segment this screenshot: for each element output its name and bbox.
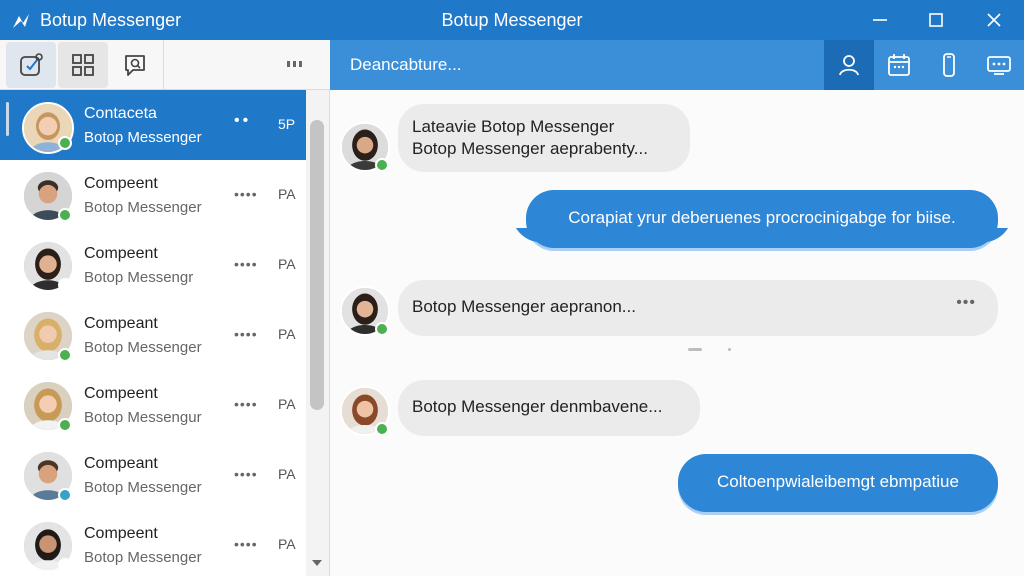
close-icon — [987, 13, 1001, 27]
screen-share-button[interactable] — [974, 40, 1024, 90]
chat-title: Deancabture... — [350, 55, 462, 74]
contact-name: Compeent — [84, 525, 158, 542]
close-button[interactable] — [966, 0, 1022, 40]
contact-time: PA — [278, 536, 296, 552]
contact-subtitle: Botop Messengur — [84, 409, 202, 426]
contact-subtitle: Botop Messenger — [84, 199, 202, 216]
contact-subtitle: Botop Messenger — [84, 339, 202, 356]
title-bar: Botup Messenger Botup Messenger — [0, 0, 1024, 40]
scrollbar-thumb[interactable] — [310, 120, 324, 410]
contact-list-scrollbar[interactable] — [306, 90, 330, 576]
message-options-button[interactable]: ••• — [956, 294, 976, 312]
chat-search-icon — [125, 55, 145, 76]
contact-item[interactable]: Compeent Botop Messenger •••• PA — [0, 160, 306, 230]
phone-button[interactable] — [924, 40, 974, 90]
chat-search-button[interactable] — [110, 42, 160, 88]
more-dots: •••• — [234, 396, 258, 412]
presence-online-icon — [375, 158, 389, 172]
message-line: Lateavie Botop Messenger — [412, 117, 615, 136]
app-logo-icon — [13, 14, 29, 28]
contact-time: PA — [278, 326, 296, 342]
scroll-down-arrow-icon[interactable] — [312, 560, 322, 566]
phone-icon — [943, 53, 955, 77]
more-icon — [287, 61, 302, 67]
more-dots: •••• — [234, 536, 258, 552]
calendar-button[interactable] — [874, 40, 924, 90]
new-chat-icon — [20, 53, 43, 76]
apps-grid-icon — [72, 54, 94, 76]
contact-item[interactable]: Compeant Botop Messenger •••• PA — [0, 300, 306, 370]
outgoing-message[interactable]: Coltoenpwialeibemgt ebmpatiue — [678, 454, 998, 512]
contact-item[interactable]: Contaceta Botop Messenger •• 5P — [0, 90, 306, 160]
presence-away-icon — [58, 488, 72, 502]
person-icon — [839, 55, 859, 76]
more-dots: •••• — [234, 466, 258, 482]
app-name: Botup Messenger — [40, 10, 182, 30]
contact-item[interactable]: Compeent Botop Messengr •••• PA — [0, 230, 306, 300]
chat-header: Deancabture... — [330, 40, 1024, 90]
message-text: Botop Messenger denmbavene... — [412, 397, 663, 416]
typing-indicator — [688, 348, 738, 354]
calendar-icon — [888, 54, 910, 76]
contact-time: PA — [278, 256, 296, 272]
contact-time: PA — [278, 466, 296, 482]
contact-subtitle: Botop Messenger — [84, 129, 202, 146]
contact-item[interactable]: Compeant Botop Messenger •••• PA — [0, 440, 306, 510]
contact-subtitle: Botop Messenger — [84, 549, 202, 566]
message-text: Botop Messenger aepranon... — [412, 297, 636, 316]
more-dots: •••• — [234, 186, 258, 202]
more-dots: •••• — [234, 326, 258, 342]
contact-list: Contaceta Botop Messenger •• 5P Compeent… — [0, 90, 306, 576]
presence-online-icon — [375, 322, 389, 336]
incoming-message[interactable]: Botop Messenger aepranon... ••• — [398, 280, 998, 336]
contact-name: Contaceta — [84, 105, 157, 122]
presence-online-icon — [375, 422, 389, 436]
contact-time: PA — [278, 186, 296, 202]
message-text: Corapiat yrur deberuenes procrocinigabge… — [568, 208, 956, 227]
toolbar-divider — [163, 40, 164, 90]
presence-online-icon — [58, 136, 72, 150]
presence-offline-icon — [58, 558, 72, 572]
more-dots: •••• — [234, 256, 258, 272]
presence-online-icon — [58, 208, 72, 222]
contact-name: Compeent — [84, 175, 158, 192]
maximize-button[interactable] — [908, 0, 964, 40]
maximize-icon — [929, 13, 943, 27]
contact-time: 5P — [278, 116, 296, 132]
presence-online-icon — [58, 348, 72, 362]
incoming-message[interactable]: Botop Messenger denmbavene... — [398, 380, 700, 436]
contact-name: Compeant — [84, 315, 158, 332]
incoming-message[interactable]: Lateavie Botop Messenger Botop Messenger… — [398, 104, 690, 172]
message-line: Botop Messenger aeprabenty... — [412, 139, 648, 158]
minimize-button[interactable] — [852, 0, 908, 40]
messenger-window: Botup Messenger Botup Messenger Contacet… — [0, 0, 1024, 576]
presence-online-icon — [58, 418, 72, 432]
unread-dots: •• — [234, 112, 252, 129]
screen-share-icon — [987, 56, 1011, 75]
message-text: Coltoenpwialeibemgt ebmpatiue — [717, 472, 959, 491]
contact-subtitle: Botop Messengr — [84, 269, 194, 286]
left-toolbar — [0, 40, 330, 90]
new-chat-button[interactable] — [6, 42, 56, 88]
minimize-icon — [873, 19, 887, 21]
apps-grid-button[interactable] — [58, 42, 108, 88]
contact-item[interactable]: Compeent Botop Messenger •••• PA — [0, 510, 306, 576]
profile-button[interactable] — [824, 40, 874, 90]
presence-offline-icon — [58, 278, 72, 292]
outgoing-message[interactable]: Corapiat yrur deberuenes procrocinigabge… — [526, 190, 998, 248]
more-options-button[interactable] — [280, 52, 310, 76]
contact-name: Compeent — [84, 385, 158, 402]
contact-name: Compeant — [84, 455, 158, 472]
contact-time: PA — [278, 396, 296, 412]
contact-name: Compeent — [84, 245, 158, 262]
contact-item[interactable]: Compeent Botop Messengur •••• PA — [0, 370, 306, 440]
contact-subtitle: Botop Messenger — [84, 479, 202, 496]
